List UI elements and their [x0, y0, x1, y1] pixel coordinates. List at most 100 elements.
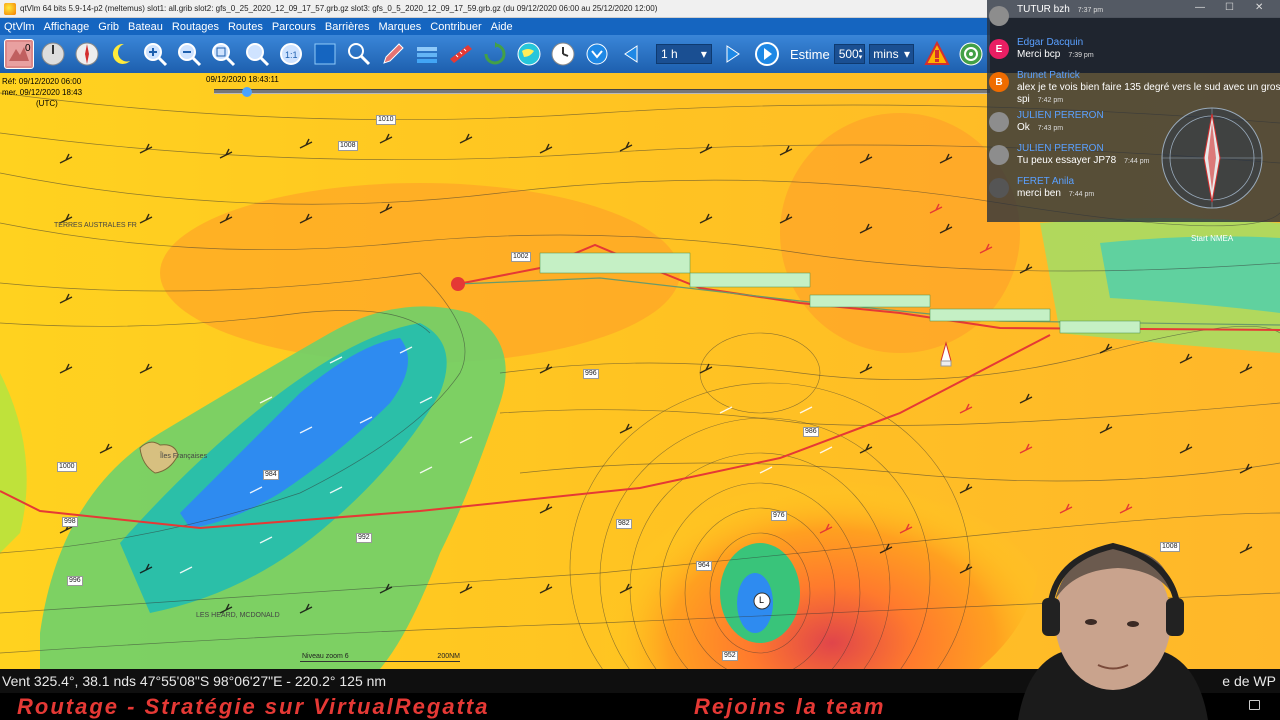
chat-author: Edgar Dacquin: [1017, 37, 1084, 48]
menu-aide[interactable]: Aide: [491, 21, 513, 33]
label-iles: Îles Françaises: [160, 453, 208, 460]
label-heard-mcdonald: LES HEARD, MCDONALD: [196, 612, 280, 619]
gps-target-icon[interactable]: [956, 39, 986, 69]
svg-text:0: 0: [25, 43, 31, 54]
chat-time: 7:39 pm: [1068, 52, 1094, 59]
window-title: qtVlm 64 bits 5.9-14-p2 (meltemus) slot1…: [20, 4, 658, 13]
chat-text: Ok: [1017, 122, 1030, 133]
status-right-text: e de WP: [1222, 673, 1276, 689]
low-pressure-symbol: L: [759, 595, 765, 605]
isobar-label: 1010: [376, 115, 396, 125]
menu-marques[interactable]: Marques: [379, 21, 422, 33]
timeline-knob[interactable]: [242, 87, 252, 97]
chat-text: Merci bcp: [1017, 49, 1061, 60]
isobar-label: 996: [67, 576, 83, 586]
menu-bateau[interactable]: Bateau: [128, 21, 163, 33]
start-nmea-label: Start NMEA: [1191, 234, 1234, 243]
chat-author: Brunet Patrick: [1017, 70, 1080, 81]
close-icon[interactable]: ✕: [1255, 2, 1263, 13]
menu-grib[interactable]: Grib: [98, 21, 119, 33]
map-thumbnail-button[interactable]: 0: [4, 39, 34, 69]
avatar: [989, 112, 1009, 132]
chat-time: 7:44 pm: [1124, 158, 1150, 165]
estime-label: Estime: [789, 46, 830, 62]
chat-text: Tu peux essayer JP78: [1017, 155, 1117, 166]
isobar-label: 1008: [338, 141, 358, 151]
zoom-fit-icon[interactable]: [208, 39, 238, 69]
isobar-label: 1000: [57, 462, 77, 472]
zoom-in-icon[interactable]: [140, 39, 170, 69]
chat-time: 7:42 pm: [1037, 97, 1064, 104]
map-square-icon[interactable]: [310, 39, 340, 69]
isobar-label: 996: [583, 369, 599, 379]
webcam-overlay: [1018, 542, 1208, 720]
chat-text: TUTUR bzh: [1017, 4, 1070, 15]
time-step-select[interactable]: 1 h ▾: [656, 44, 712, 64]
isobar-label: 986: [803, 427, 819, 437]
menu-affichage[interactable]: Affichage: [44, 21, 90, 33]
compass-needle-icon[interactable]: [72, 39, 102, 69]
chat-text: merci ben: [1017, 188, 1061, 199]
next-step-icon[interactable]: [718, 39, 748, 69]
menu-routages[interactable]: Routages: [172, 21, 219, 33]
refresh-icon[interactable]: [480, 39, 510, 69]
chat-time: 7:37 pm: [1077, 7, 1104, 14]
isobar-label: 998: [62, 517, 78, 527]
menu-barrieres[interactable]: Barrières: [325, 21, 370, 33]
menu-contribuer[interactable]: Contribuer: [430, 21, 481, 33]
menu-routes[interactable]: Routes: [228, 21, 263, 33]
dropdown-arrow-icon: ▾: [700, 47, 707, 61]
isobar-label: 984: [263, 470, 279, 480]
warning-icon[interactable]: [922, 39, 952, 69]
avatar: [989, 6, 1009, 26]
estime-spinbox[interactable]: 500 ▴ ▾: [833, 44, 866, 64]
svg-text:1:1: 1:1: [285, 50, 298, 60]
pencil-icon[interactable]: [378, 39, 408, 69]
play-icon[interactable]: [752, 39, 782, 69]
isobar-label: 1002: [511, 252, 531, 262]
scale-distance-label: 200NM: [437, 653, 460, 660]
search-icon[interactable]: [344, 39, 374, 69]
compass-rose-icon: [1161, 107, 1263, 209]
zoom-level-label: Niveau zoom 6: [302, 653, 349, 660]
avatar: [989, 178, 1009, 198]
isobar-label: 976: [771, 511, 787, 521]
gauge-icon[interactable]: [38, 39, 68, 69]
menu-qtvlm[interactable]: QtVlm: [4, 21, 35, 33]
menu-parcours[interactable]: Parcours: [272, 21, 316, 33]
chevron-down-icon[interactable]: [582, 39, 612, 69]
isobar-label: 982: [616, 519, 632, 529]
clock-icon[interactable]: [548, 39, 578, 69]
maximize-icon[interactable]: ☐: [1225, 2, 1234, 13]
chat-time: 7:44 pm: [1068, 191, 1095, 198]
zoom-select-icon[interactable]: [242, 39, 272, 69]
reference-date-box: Réf: 09/12/2020 06:00 mer. 09/12/2020 18…: [2, 76, 82, 109]
minimize-icon[interactable]: —: [1195, 2, 1205, 13]
chat-text-line: TUTUR bzh 7:37 pm: [1017, 4, 1280, 17]
previous-step-icon[interactable]: [616, 39, 646, 69]
globe-icon[interactable]: [514, 39, 544, 69]
time-step-value: 1 h: [661, 47, 678, 61]
dropdown-arrow-icon: ▾: [903, 47, 910, 61]
avatar: [989, 145, 1009, 165]
isobar-label: 992: [356, 533, 372, 543]
moon-icon[interactable]: [106, 39, 136, 69]
spin-arrows-icon: ▴ ▾: [858, 47, 863, 61]
zoom-reset-icon[interactable]: 1:1: [276, 39, 306, 69]
ref-line-1: Réf: 09/12/2020 06:00: [2, 77, 82, 86]
layers-icon[interactable]: [412, 39, 442, 69]
estime-unit-value: mins: [873, 47, 899, 61]
ref-line-2: mer. 09/12/2020 18:43: [2, 88, 83, 97]
banner-left-text: Routage - Stratégie sur VirtualRegatta: [17, 694, 490, 719]
estime-unit-select[interactable]: mins ▾: [869, 44, 914, 64]
ruler-icon[interactable]: [446, 39, 476, 69]
avatar: E: [989, 39, 1009, 59]
label-terres-australes: TERRES AUSTRALES FR: [54, 222, 137, 229]
app-icon: [4, 2, 16, 15]
isobar-label: 952: [722, 651, 738, 661]
chat-time: 7:43 pm: [1037, 125, 1064, 132]
timeline-slider[interactable]: [214, 87, 990, 97]
zoom-out-icon[interactable]: [174, 39, 204, 69]
avatar: B: [989, 72, 1009, 92]
isobar-label: 964: [696, 561, 712, 571]
